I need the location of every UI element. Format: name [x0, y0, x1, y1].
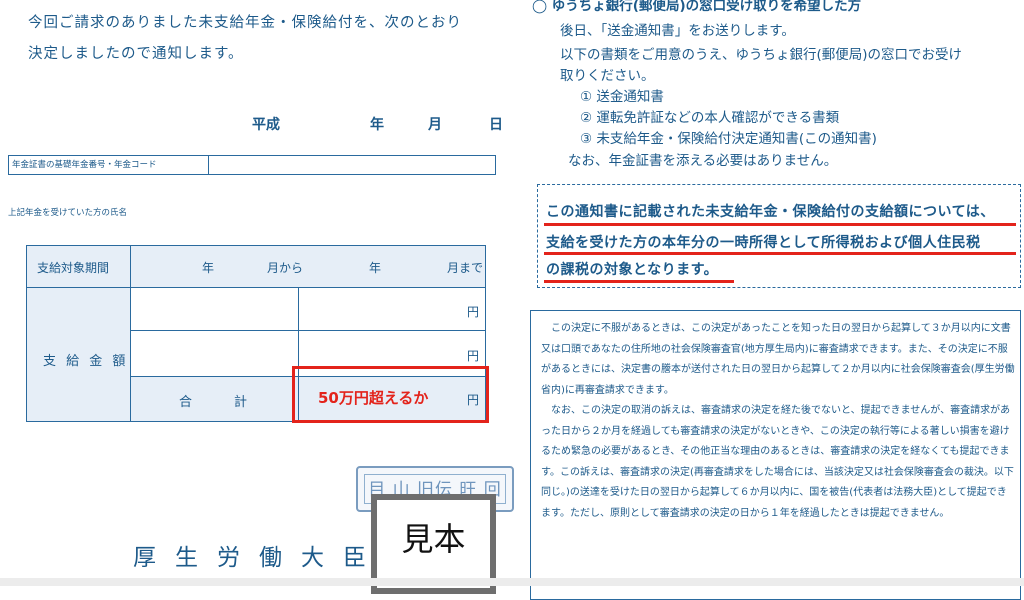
right-line-2: 以下の書類をご用意のうえ、ゆうちょ銀行(郵便局)の窓口でお受け: [560, 47, 963, 63]
intro-text: 今回ご請求のありました未支給年金・保険給付を、次のとおり 決定しましたので通知し…: [28, 8, 462, 70]
pension-code-label: 年金証書の基礎年金番号・年金コード: [9, 156, 209, 174]
intro-line-1: 今回ご請求のありました未支給年金・保険給付を、次のとおり: [28, 15, 462, 31]
date-month: 月: [428, 117, 442, 133]
intro-line-2: 決定しましたので通知します。: [28, 46, 244, 62]
total-label-1: 合: [179, 395, 193, 410]
period-label: 支給対象期間: [37, 261, 110, 275]
sample-label: 見本: [401, 520, 466, 558]
pension-code-field[interactable]: 年金証書の基礎年金番号・年金コード: [8, 155, 496, 175]
amount-row-1-right: [299, 288, 485, 331]
right-line-3: 取りください。: [560, 68, 655, 84]
tax-notice-line-3: の課税の対象となります。: [546, 262, 719, 278]
to-month: 月まで: [447, 261, 484, 275]
minister-title: 厚生労働大臣: [133, 545, 385, 571]
recipient-name-label: 上記年金を受けていた方の氏名: [8, 208, 128, 218]
tax-notice-line-1: この通知書に記載された未支給年金・保険給付の支給額については、: [546, 204, 995, 220]
date-year: 年: [370, 117, 384, 133]
document-item-2: ② 運転免許証などの本人確認ができる書類: [580, 110, 840, 126]
pickup-option-heading: ◯ ゆうちょ銀行(郵便局)の窓口受け取りを希望した方: [532, 0, 862, 14]
appeal-paragraph-1: この決定に不服があるときは、この決定があったことを知った日の翌日から起算して３か…: [541, 323, 1015, 396]
right-line-1: 後日、「送金通知書」をお送りします。: [560, 23, 795, 39]
amount-row-1-left: [131, 288, 299, 331]
from-year: 年: [202, 261, 215, 275]
date-era: 平成: [252, 117, 280, 133]
annotation-text: 50万円超えるか: [318, 389, 429, 407]
amount-row-2-left: [131, 331, 299, 377]
amount-label: 支 給 金 額: [43, 354, 129, 369]
total-label-cell: [131, 377, 299, 421]
appeal-paragraph-2: なお、この決定の取消の訴えは、審査請求の決定を経た後でないと、提起できませんが、…: [541, 405, 1014, 519]
document-item-3: ③ 未支給年金・保険給付決定通知書(この通知書): [580, 131, 877, 147]
yen-1: 円: [467, 305, 480, 319]
red-underline-2: [544, 252, 1016, 255]
period-value-cell: [131, 246, 485, 288]
date-day: 日: [489, 117, 503, 133]
total-label-2: 計: [234, 395, 248, 410]
bottom-scroll-strip: [0, 578, 1024, 586]
from-month: 月から: [267, 261, 304, 275]
appeal-text: この決定に不服があるときは、この決定があったことを知った日の翌日から起算して３か…: [541, 319, 1015, 524]
right-line-4: なお、年金証書を添える必要はありません。: [568, 153, 838, 169]
yen-2: 円: [467, 349, 480, 363]
tax-notice-line-2: 支給を受けた方の本年分の一時所得として所得税および個人住民税: [546, 235, 981, 251]
to-year: 年: [369, 261, 382, 275]
red-underline-3: [544, 280, 734, 283]
appeal-info-box: この決定に不服があるときは、この決定があったことを知った日の翌日から起算して３か…: [530, 310, 1021, 600]
red-underline-1: [544, 223, 1016, 226]
document-item-1: ① 送金通知書: [580, 89, 664, 105]
